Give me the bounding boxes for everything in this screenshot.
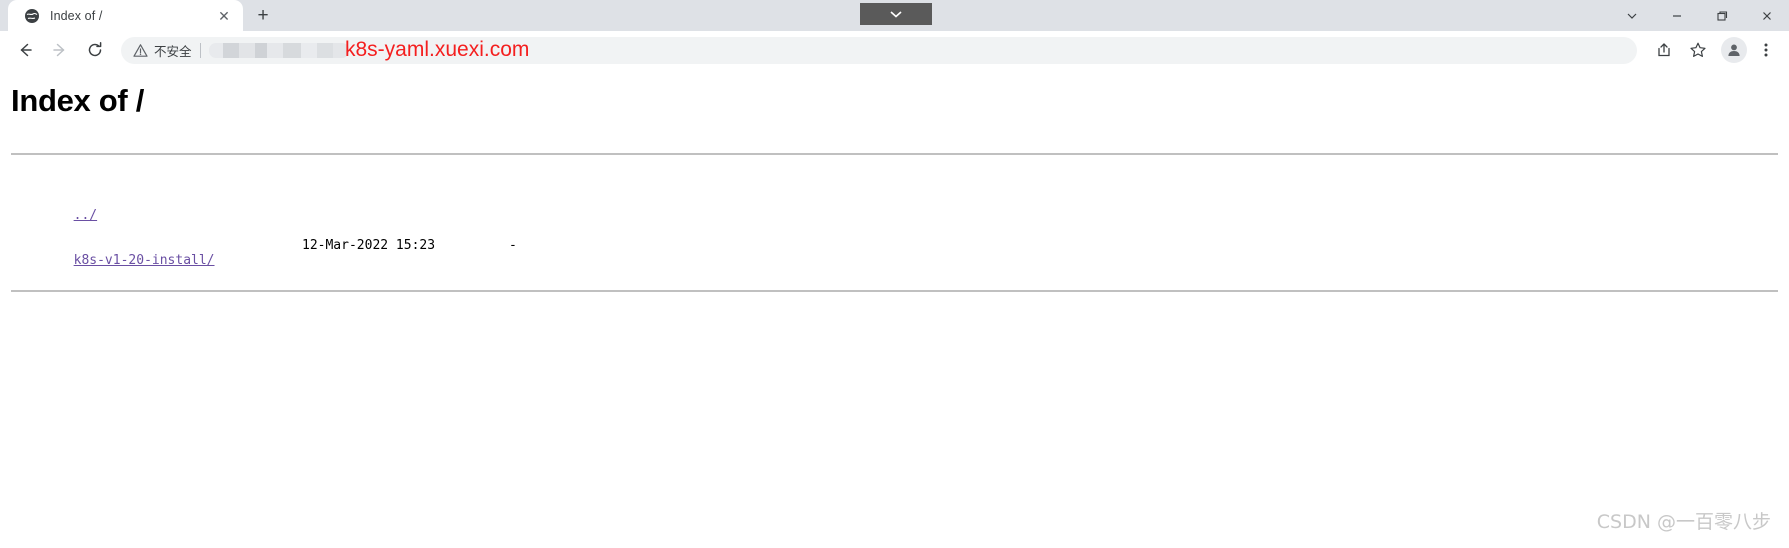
entry-size: - [509,238,517,253]
reload-button[interactable] [80,35,110,65]
new-tab-button[interactable]: + [249,1,277,29]
tab-strip: Index of / ✕ + [0,0,1789,31]
toolbar-actions [1645,35,1781,65]
chevron-down-icon[interactable] [860,3,932,25]
warning-triangle-icon [133,43,148,58]
list-item: ../ [11,193,1789,223]
minimize-button[interactable] [1654,0,1699,31]
list-item: k8s-v1-20-install/ 12-Mar-2022 15:23 - [11,238,1789,268]
annotation-domain-label: k8s-yaml.xuexi.com [345,38,530,61]
browser-toolbar: 不安全 k8s-yaml.xuexi.com [0,31,1789,69]
close-icon[interactable]: ✕ [215,7,233,25]
csdn-watermark: CSDN @一百零八步 [1596,511,1771,533]
omnibox-divider [199,42,201,58]
page-title: Index of / [11,83,145,118]
browser-window: Index of / ✕ + 不安全 k8s-yaml.xuexi.com In… [0,0,1789,548]
directory-link-k8s-install[interactable]: k8s-v1-20-install/ [74,253,215,268]
chevron-down-icon[interactable] [1609,0,1654,31]
parent-directory-link[interactable]: ../ [74,208,97,223]
globe-icon [24,8,40,24]
share-icon[interactable] [1649,35,1679,65]
directory-listing: ../ k8s-v1-20-install/ 12-Mar-2022 15:23… [0,155,1789,283]
entry-date: 12-Mar-2022 15:23 [302,238,436,253]
star-icon[interactable] [1683,35,1713,65]
back-button[interactable] [10,35,40,65]
close-button[interactable] [1744,0,1789,31]
url-text-redacted[interactable] [208,42,349,58]
maximize-button[interactable] [1699,0,1744,31]
divider-bottom [11,290,1778,292]
window-controls [1609,0,1789,31]
browser-tab-index-of[interactable]: Index of / ✕ [8,0,243,31]
three-dot-menu-icon[interactable] [1751,35,1781,65]
security-status-label: 不安全 [154,43,192,59]
tab-title: Index of / [50,8,103,23]
forward-button[interactable] [45,35,75,65]
page-viewport: Index of / ../ k8s-v1-20-install/ 12-Mar… [0,69,1789,548]
profile-avatar[interactable] [1721,37,1747,63]
